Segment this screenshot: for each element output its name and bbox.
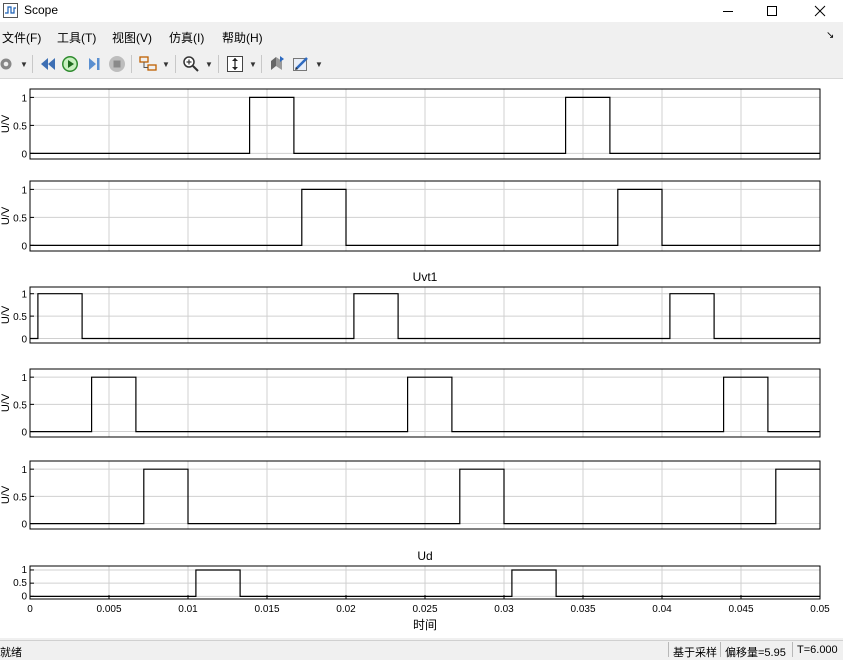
y-tick-label: 1 <box>21 93 27 104</box>
x-tick-label: 0.01 <box>178 604 198 615</box>
y-tick-label: 0 <box>21 149 27 160</box>
y-tick-label: 0.5 <box>13 492 27 503</box>
menu-tools[interactable]: 工具(T) <box>57 29 96 46</box>
step-back-icon <box>41 58 55 70</box>
y-axis-label: U/V <box>0 393 12 412</box>
y-tick-label: 0.5 <box>13 578 27 589</box>
toolbar: ▼ ▼ ▼ ▼ ▼ <box>0 50 843 79</box>
x-tick-label: 0.04 <box>652 604 672 615</box>
autoscale-button[interactable] <box>226 54 244 74</box>
x-tick-label: 0.025 <box>412 604 437 615</box>
style-icon <box>293 57 308 71</box>
step-back-button[interactable] <box>39 54 57 74</box>
menu-bar: 文件(F) 工具(T) 视图(V) 仿真(I) 帮助(H) <box>0 26 843 48</box>
y-tick-label: 1 <box>21 465 27 476</box>
y-tick-label: 0 <box>21 428 27 439</box>
axes-title-3: Uvt1 <box>413 270 438 284</box>
close-button[interactable] <box>797 0 843 22</box>
toolbar-separator <box>261 55 262 73</box>
step-forward-icon <box>89 58 100 70</box>
settings-button[interactable] <box>0 54 16 74</box>
restore-layout-icon <box>271 56 284 70</box>
y-axis-label: U/V <box>0 114 12 133</box>
highlight-dropdown-icon[interactable]: ▼ <box>162 60 170 69</box>
x-tick-label: 0.045 <box>728 604 753 615</box>
x-tick-label: 0.02 <box>336 604 356 615</box>
x-tick-label: 0.05 <box>810 604 830 615</box>
menu-collapse-icon[interactable]: ↘ <box>826 30 834 41</box>
x-tick-label: 0.03 <box>494 604 514 615</box>
toolbar-separator <box>175 55 176 73</box>
y-tick-label: 1 <box>21 185 27 196</box>
y-tick-label: 0.5 <box>13 213 27 224</box>
scope-plots-svg: 0 0.5 1 U/V 0 0.5 1 U/V 0 0.5 1 Uvt1 U/V 0 0.5 1 U/V 0 0.5… <box>0 88 830 632</box>
status-offset: 偏移量=5.95 <box>720 642 792 659</box>
minimize-button[interactable] <box>705 0 751 22</box>
autoscale-icon <box>227 56 243 72</box>
y-tick-label: 1 <box>21 565 27 576</box>
status-time: T=6.000 <box>792 642 843 657</box>
maximize-button[interactable] <box>749 0 795 22</box>
window-title: Scope <box>24 3 59 17</box>
settings-dropdown-icon[interactable]: ▼ <box>20 60 28 69</box>
title-bar: Scope <box>0 0 843 22</box>
menu-view[interactable]: 视图(V) <box>112 29 152 46</box>
toolbar-separator <box>131 55 132 73</box>
stop-icon <box>109 56 125 72</box>
x-axis-label: 时间 <box>413 618 437 632</box>
y-tick-label: 0 <box>21 591 27 602</box>
y-tick-label: 0.5 <box>13 312 27 323</box>
style-dropdown-icon[interactable]: ▼ <box>315 60 323 69</box>
y-axis-label: U/V <box>0 206 12 225</box>
scope-app-icon <box>3 3 18 18</box>
menu-simulation[interactable]: 仿真(I) <box>169 29 204 46</box>
x-tick-label: 0.015 <box>254 604 279 615</box>
zoom-in-icon <box>183 56 199 72</box>
x-tick-label: 0.035 <box>570 604 595 615</box>
y-axis-label: U/V <box>0 485 12 504</box>
run-icon <box>62 56 78 72</box>
y-tick-label: 1 <box>21 290 27 301</box>
zoom-in-button[interactable] <box>182 54 200 74</box>
minimize-icon <box>723 11 733 12</box>
toolbar-separator <box>218 55 219 73</box>
status-bar: 就绪 基于采样 偏移量=5.95 T=6.000 <box>0 640 843 659</box>
y-tick-label: 0 <box>21 335 27 346</box>
style-button[interactable] <box>292 54 310 74</box>
highlight-block-button[interactable] <box>139 54 159 74</box>
axes-title-6: Ud <box>417 549 432 563</box>
highlight-block-icon <box>139 56 157 71</box>
close-icon <box>814 5 826 17</box>
step-forward-button[interactable] <box>86 54 104 74</box>
run-button[interactable] <box>61 54 79 74</box>
y-tick-label: 0.5 <box>13 121 27 132</box>
menu-help[interactable]: 帮助(H) <box>222 29 263 46</box>
toolbar-separator <box>32 55 33 73</box>
y-tick-label: 0.5 <box>13 400 27 411</box>
zoom-dropdown-icon[interactable]: ▼ <box>205 60 213 69</box>
x-tick-label: 0 <box>27 604 33 615</box>
y-tick-label: 1 <box>21 373 27 384</box>
menu-file[interactable]: 文件(F) <box>2 29 41 46</box>
settings-icon <box>0 58 12 70</box>
restore-layout-button[interactable] <box>268 54 286 74</box>
maximize-icon <box>767 6 777 16</box>
y-tick-label: 0 <box>21 520 27 531</box>
y-tick-label: 0 <box>21 241 27 252</box>
y-axis-label: U/V <box>0 305 12 324</box>
scope-plot-area: 0 0.5 1 U/V 0 0.5 1 U/V 0 0.5 1 Uvt1 U/V 0 0.5 1 U/V 0 0.5… <box>0 79 843 638</box>
status-sample-mode: 基于采样 <box>668 642 720 659</box>
autoscale-dropdown-icon[interactable]: ▼ <box>249 60 257 69</box>
stop-button[interactable] <box>108 54 126 74</box>
x-tick-label: 0.005 <box>96 604 121 615</box>
